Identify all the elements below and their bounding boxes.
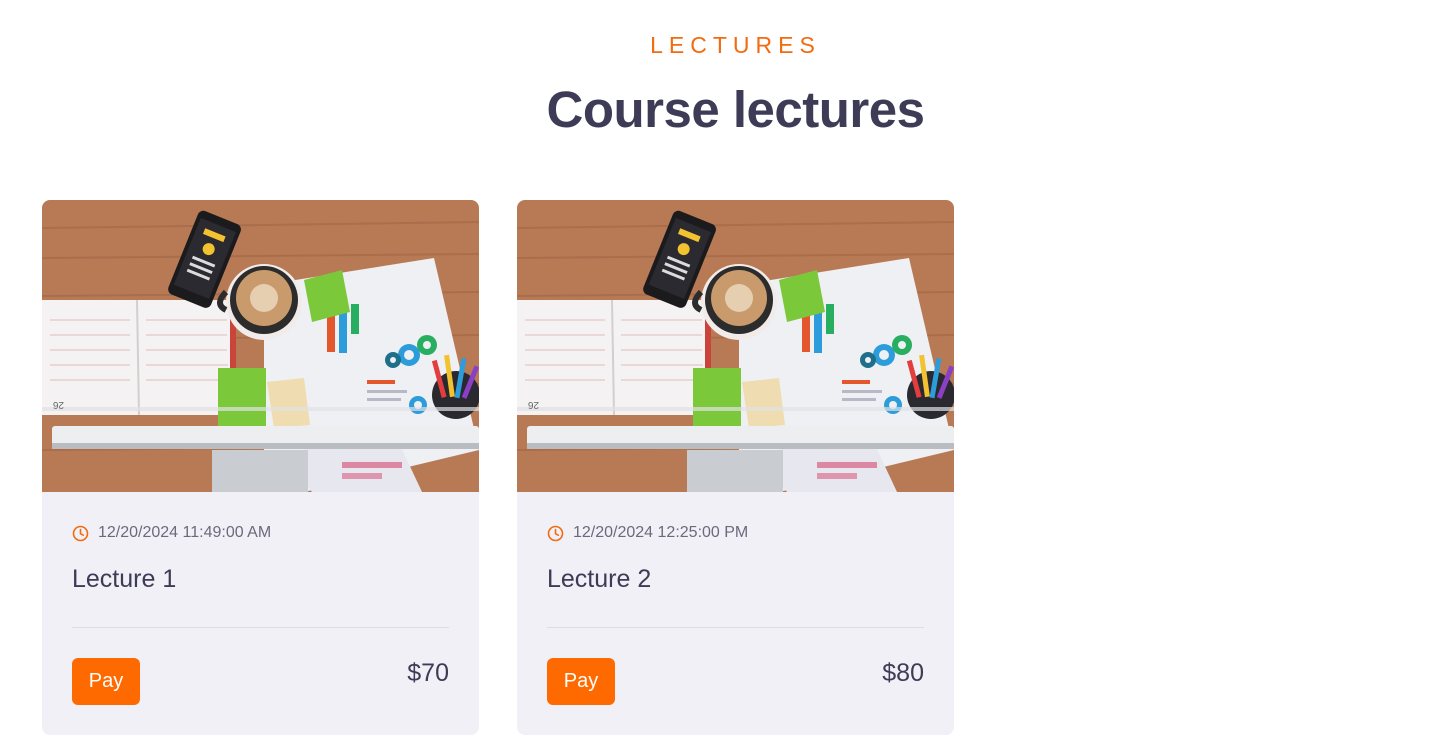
lecture-datetime: 12/20/2024 11:49:00 AM bbox=[72, 522, 271, 544]
page-title: Course lectures bbox=[546, 81, 926, 138]
card-divider bbox=[547, 627, 924, 628]
clock-icon bbox=[72, 525, 89, 541]
card-divider bbox=[72, 627, 449, 628]
lecture-price: $80 bbox=[882, 659, 924, 687]
lecture-card: 12/20/2024 12:25:00 PM Lecture 2 Pay $80 bbox=[517, 200, 954, 735]
section-eyebrow: LECTURES bbox=[650, 32, 821, 58]
lecture-name[interactable]: Lecture 2 bbox=[547, 562, 651, 596]
lecture-price: $70 bbox=[407, 659, 449, 687]
pay-button[interactable]: Pay bbox=[547, 658, 615, 705]
pay-button[interactable]: Pay bbox=[72, 658, 140, 705]
lecture-thumbnail bbox=[42, 200, 479, 492]
lecture-datetime-text: 12/20/2024 11:49:00 AM bbox=[98, 524, 272, 541]
lecture-name[interactable]: Lecture 1 bbox=[72, 562, 176, 596]
lecture-thumbnail bbox=[517, 200, 954, 492]
lecture-datetime: 12/20/2024 12:25:00 PM bbox=[547, 522, 748, 544]
lecture-card: 12/20/2024 11:49:00 AM Lecture 1 Pay $70 bbox=[42, 200, 479, 735]
lecture-datetime-text: 12/20/2024 12:25:00 PM bbox=[573, 524, 749, 541]
clock-icon bbox=[547, 525, 564, 541]
